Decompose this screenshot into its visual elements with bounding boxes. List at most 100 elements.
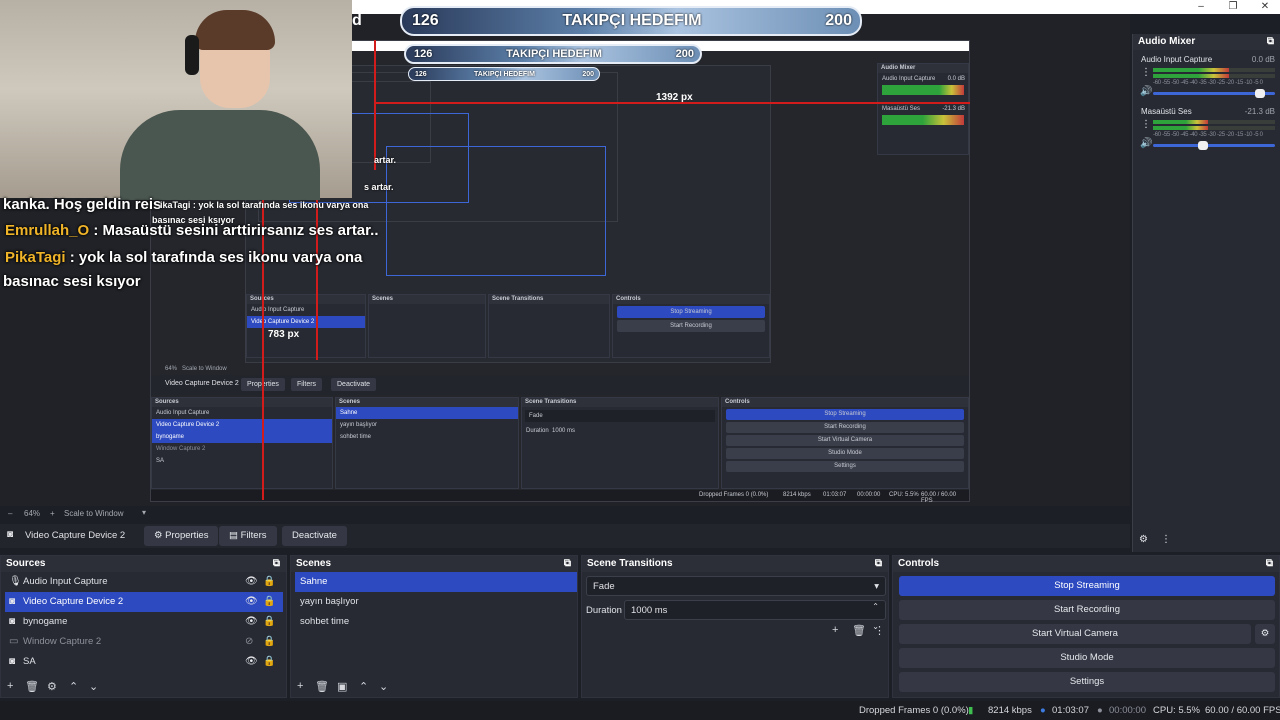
move-down-icon[interactable]: ⌄ [89,680,98,693]
obs-window: – ❐ ✕ Sources Audio Input Capture Video … [0,0,1280,720]
filters-button[interactable]: ▤ Filters [219,526,277,546]
nested-fade-field: Fade [525,410,715,422]
duration-label: Duration [586,605,622,616]
volume-slider-knob[interactable] [1197,141,1208,150]
close-button[interactable]: ✕ [1252,0,1278,14]
level-meter [1153,126,1275,130]
source-row-audio-input[interactable]: 🎙 Audio Input Capture 👁 🔒 [5,572,283,592]
eye-icon[interactable]: 👁 [245,652,258,672]
stop-streaming-button[interactable]: Stop Streaming [899,576,1275,596]
volume-slider[interactable] [1153,89,1275,98]
source-row-bynogame[interactable]: ◙ bynogame 👁 🔒 [5,612,283,632]
goal-target: 200 [582,70,594,78]
eye-icon[interactable]: 👁 [245,572,258,592]
nested-filters-button: Filters [291,378,323,391]
trash-icon[interactable]: 🗑 [25,680,39,693]
transition-type: Fade [593,581,615,592]
controls-dock: Controls ⧉ Stop Streaming Start Recording… [892,555,1280,698]
eye-hidden-icon[interactable]: ⊘ [245,632,253,652]
signal-icon: ▮ [968,705,974,716]
camera-icon: ◙ [9,656,16,667]
person-body [120,110,320,200]
lock-icon[interactable]: 🔒 [263,572,275,592]
nested2-scenes: Scenes [368,294,486,358]
nested-duration-row: Duration 1000 ms [522,425,718,437]
channel-menu-icon[interactable]: ⋮ [1141,119,1151,130]
nested-transitions-title: Scene Transitions [522,398,718,407]
lock-icon[interactable]: 🔒 [263,632,275,652]
scene-item-sahne[interactable]: Sahne [295,572,577,592]
trash-icon[interactable]: 🗑 [852,624,866,637]
volume-slider[interactable] [1153,141,1275,150]
undock-icon[interactable]: ⧉ [564,556,571,572]
start-virtual-camera-button[interactable]: Start Virtual Camera [899,624,1251,644]
scale-mode[interactable]: Scale to Window [64,509,124,518]
maximize-button[interactable]: ❐ [1220,0,1246,14]
lock-icon[interactable]: 🔒 [263,612,275,632]
audio-mixer-dock: Audio Mixer ⧉ Audio Input Capture 0.0 dB… [1132,34,1280,552]
chat-line-3: PikaTagi : yok la sol tarafında ses ikon… [5,249,362,266]
lock-icon[interactable]: 🔒 [263,652,275,672]
mixer-channel-masaustu: Masaüstü Ses -21.3 dB ⋮ -60 -55 -50 -45 … [1133,106,1280,156]
speaker-icon[interactable]: 🔊 [1140,138,1152,149]
channel-menu-icon[interactable]: ⋮ [1141,67,1151,78]
undock-icon[interactable]: ⧉ [273,556,280,572]
nested-mixer-ch2-meter [882,115,964,125]
mixer-menu-icon[interactable]: ⋮ [1161,534,1171,545]
sources-header: Sources ⧉ [1,556,286,572]
nested-mixer-ch2-db: -21.3 dB [942,106,965,112]
speaker-icon[interactable]: 🔊 [1140,86,1152,97]
settings-button[interactable]: Settings [899,672,1275,692]
nested-scenes-title: Scenes [336,398,518,407]
duration-field[interactable]: 1000 ms ⌃ ⌄ [624,600,886,631]
scene-item-yayin-basliyor[interactable]: yayın başlıyor [295,592,577,612]
follower-goal-bar-echo: 126 TAKIPÇI HEDEFIM 200 [408,67,600,81]
start-recording-button[interactable]: Start Recording [899,600,1275,620]
audio-mixer-header: Audio Mixer ⧉ [1133,34,1280,50]
nested2-transitions: Scene Transitions [488,294,610,358]
move-down-icon[interactable]: ⌄ [379,680,388,693]
virtual-camera-settings-button[interactable]: ⚙ [1255,624,1275,644]
chevron-down-icon[interactable]: ▾ [142,508,146,517]
add-scene-icon[interactable]: + [297,680,303,692]
transition-select[interactable]: Fade ▾ [586,576,886,596]
advanced-audio-icon[interactable]: ⚙ [1139,534,1148,545]
person-hair [195,10,275,50]
nested-fps: 60.00 / 60.00 FPS [921,492,957,504]
transition-menu-icon[interactable]: ⋮ [874,624,885,637]
deactivate-button[interactable]: Deactivate [282,526,347,546]
undock-icon[interactable]: ⧉ [1267,34,1274,50]
status-bar: Dropped Frames 0 (0.0%) ▮ 8214 kbps ● 01… [0,701,1280,720]
properties-button[interactable]: ⚙ Properties [144,526,219,546]
gear-icon[interactable]: ⚙ [47,680,57,693]
height-measure-label: 783 px [268,329,300,340]
trash-icon[interactable]: 🗑 [315,680,329,693]
source-row-window-capture[interactable]: ▭ Window Capture 2 ⊘ 🔒 [5,632,283,652]
source-row-sa[interactable]: ◙ SA 👁 🔒 [5,652,283,672]
scenes-dock: Scenes ⧉ Sahne yayın başlıyor sohbet time… [290,555,578,698]
nested-context-bar: Video Capture Device 2 Properties Filter… [151,375,969,395]
nested2-sources-title: Sources [247,295,365,304]
nested-studio-mode: Studio Mode [726,448,964,459]
scene-filter-icon[interactable]: ▣ [337,680,347,693]
nested-time: 01:03:07 [823,492,847,498]
eye-icon[interactable]: 👁 [245,612,258,632]
add-source-icon[interactable]: + [7,680,13,692]
source-row-video-capture[interactable]: ◙ Video Capture Device 2 👁 🔒 [5,592,283,612]
nested-scene-row: sohbet time [340,434,372,440]
undock-icon[interactable]: ⧉ [1266,556,1273,572]
lock-icon[interactable]: 🔒 [263,592,275,612]
undock-icon[interactable]: ⧉ [875,556,882,572]
move-up-icon[interactable]: ⌃ [69,680,78,693]
scene-item-sohbet-time[interactable]: sohbet time [295,612,577,632]
goal-partial-label: d [352,12,362,29]
zoom-out-button[interactable]: – [8,509,12,518]
zoom-in-button[interactable]: + [50,509,55,518]
studio-mode-button[interactable]: Studio Mode [899,648,1275,668]
volume-slider-knob[interactable] [1255,89,1266,98]
add-transition-icon[interactable]: + [832,624,838,636]
chat-nick: PikaTagi [5,249,66,266]
eye-icon[interactable]: 👁 [245,592,258,612]
minimize-button[interactable]: – [1188,0,1214,14]
move-up-icon[interactable]: ⌃ [359,680,368,693]
